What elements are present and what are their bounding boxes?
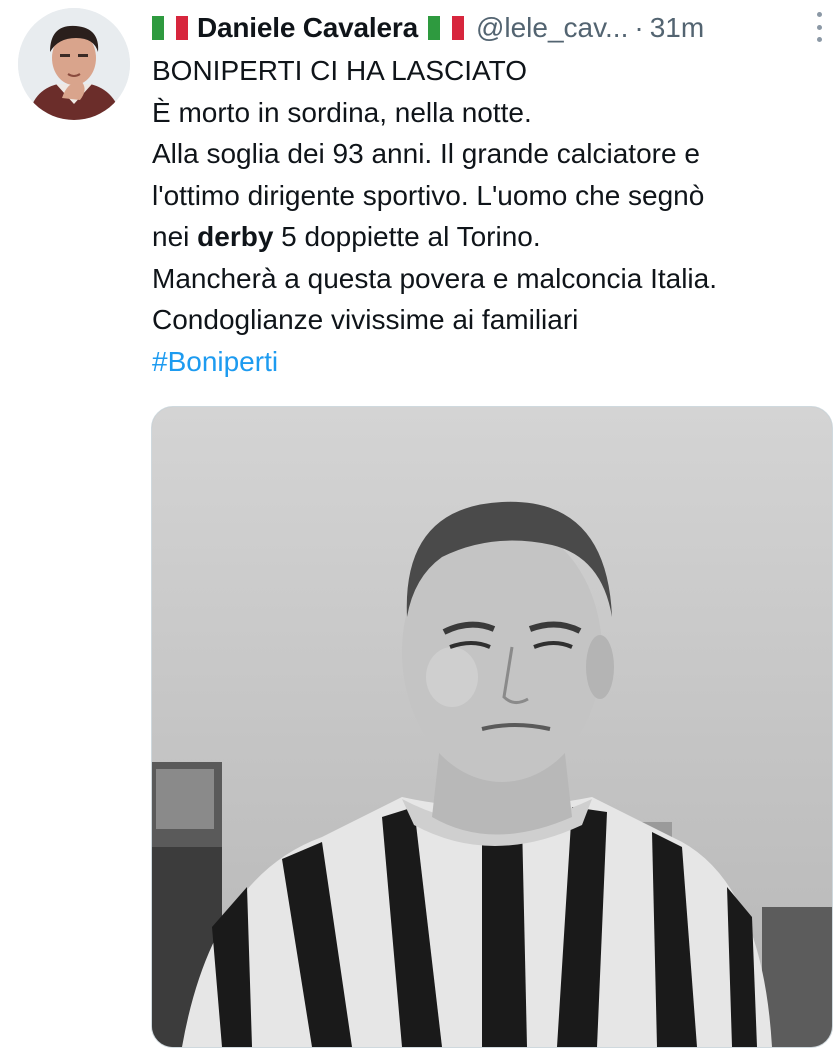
tweet-line: l'ottimo dirigente sportivo. L'uomo che … (152, 179, 705, 211)
tweet-text-fragment: nei (152, 221, 198, 252)
tweet-line: Alla soglia dei 93 anni. Il grande calci… (152, 138, 700, 169)
tweet-text-fragment: 5 doppiette al Torino. (273, 221, 541, 252)
separator-dot: · (634, 12, 644, 43)
author-name[interactable]: Daniele Cavalera (197, 12, 418, 44)
hashtag-link[interactable]: #Boniperti (152, 341, 832, 383)
tweet-line: Mancherà a questa povera e malconcia Ita… (152, 262, 717, 294)
avatar-portrait (18, 8, 130, 120)
tweet-photo[interactable] (151, 406, 833, 1048)
photo-image (152, 407, 832, 1047)
tweet-line: BONIPERTI CI HA LASCIATO (152, 55, 527, 86)
tweet-header: Daniele Cavalera @lele_cav... · 31m (152, 8, 825, 48)
tweet-text: BONIPERTI CI HA LASCIATO È morto in sord… (152, 50, 832, 382)
avatar[interactable] (18, 8, 130, 120)
italian-flag-icon (152, 16, 188, 40)
tweet-bold-text: derby (197, 221, 274, 252)
tweet-line: È morto in sordina, nella notte. (152, 96, 532, 128)
tweet-timestamp[interactable]: 31m (650, 12, 704, 44)
tweet-line: Condoglianze vivissime ai familiari (152, 304, 579, 335)
author-handle[interactable]: @lele_cav... (476, 12, 628, 44)
italian-flag-icon (427, 16, 464, 40)
more-options-icon[interactable] (815, 12, 823, 42)
tweet-line: nei derby 5 doppiette al Torino. (152, 216, 832, 258)
